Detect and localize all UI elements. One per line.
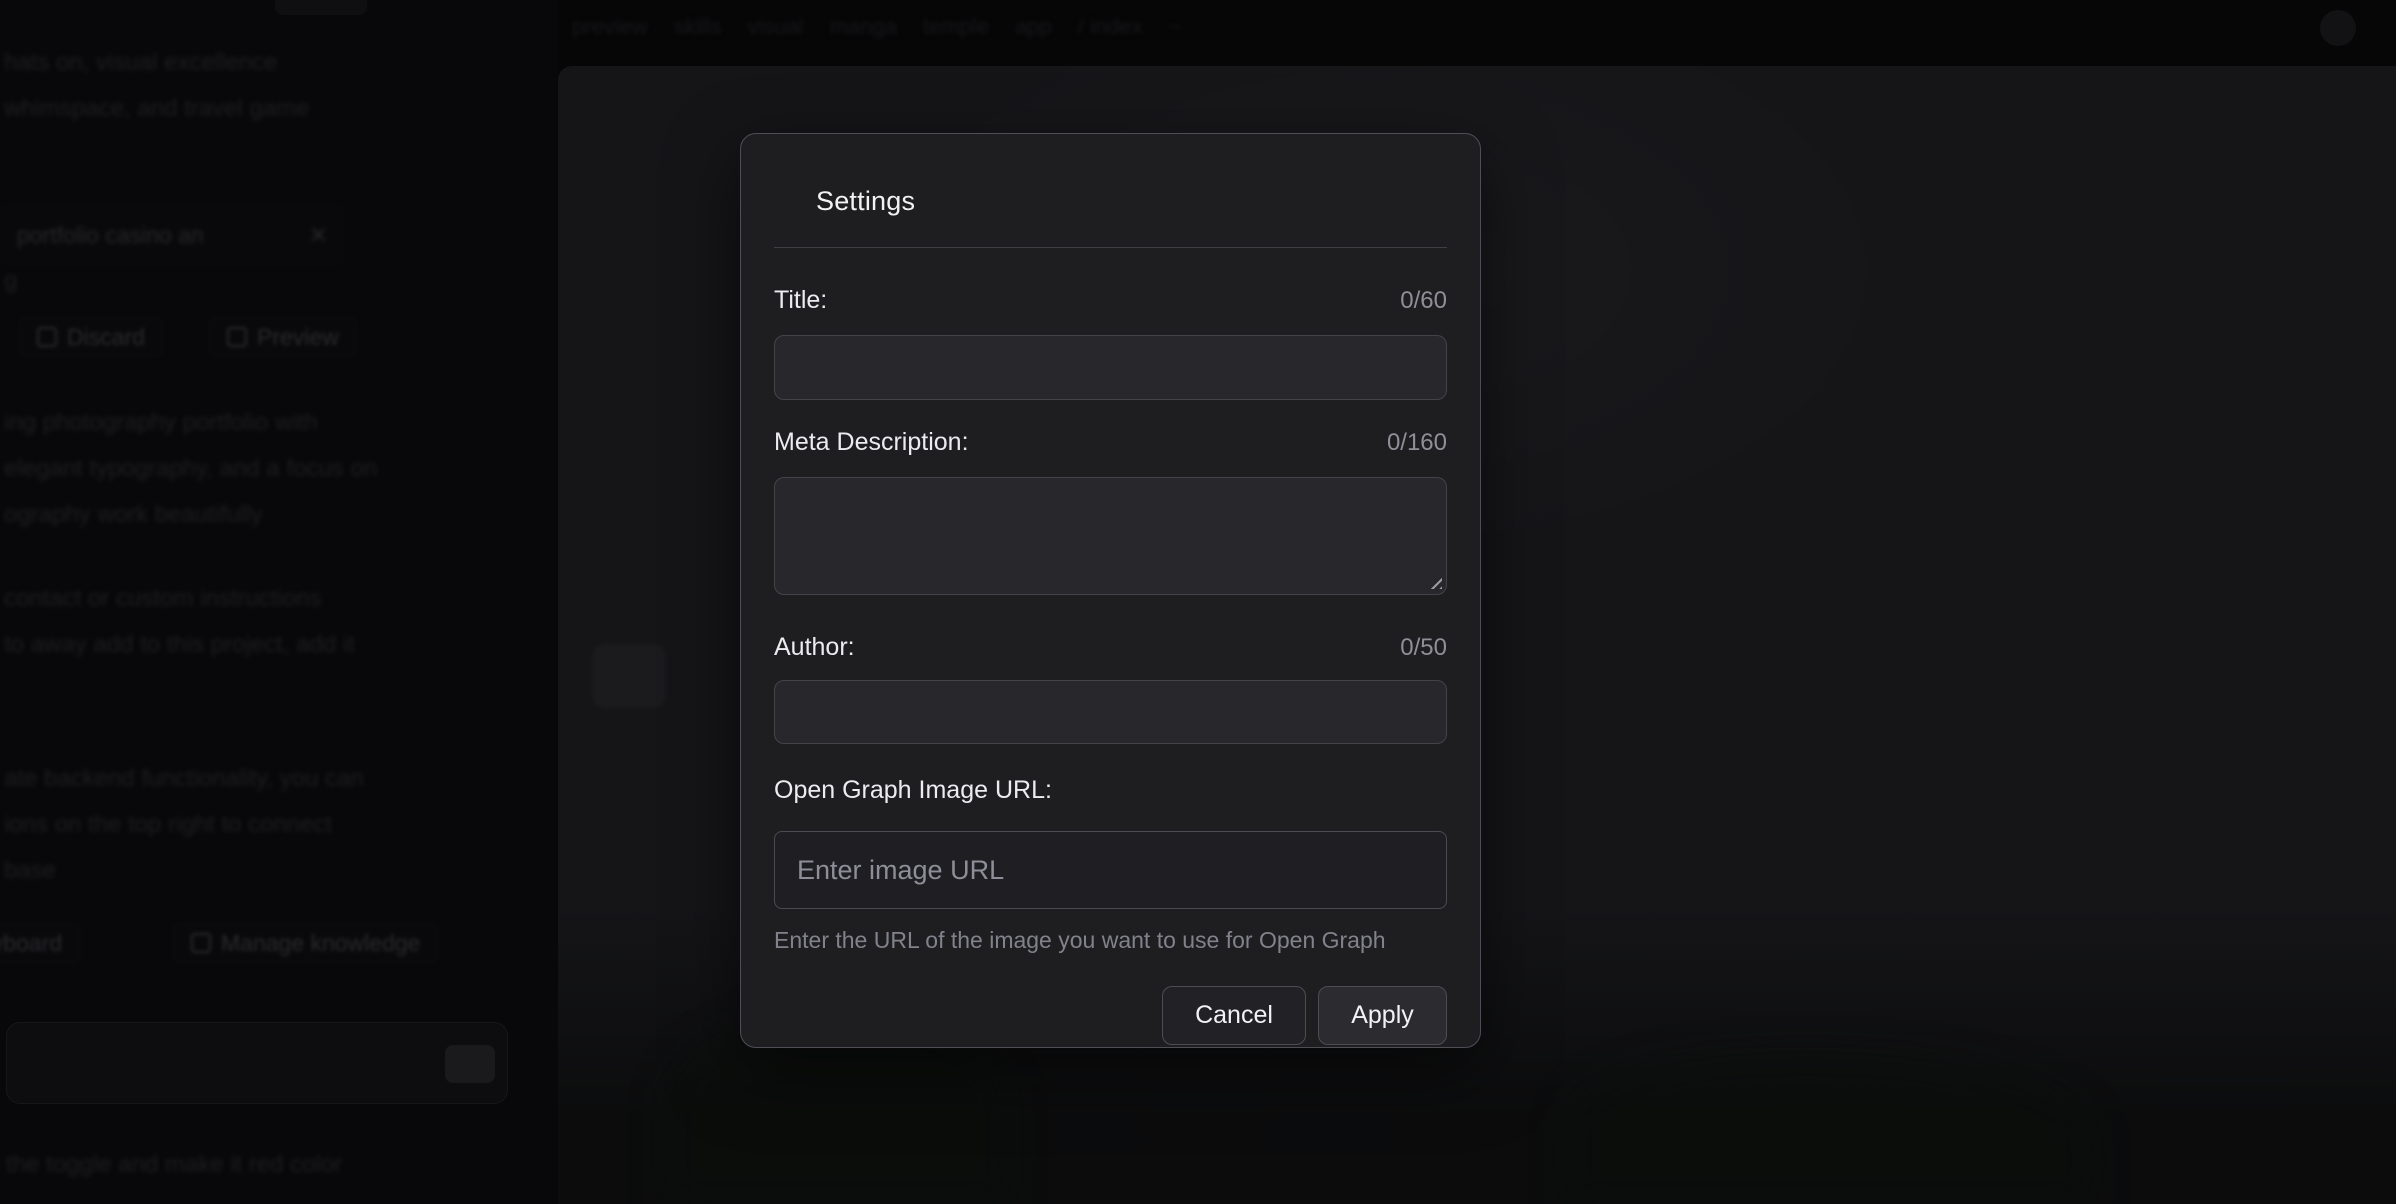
apply-button[interactable]: Apply <box>1318 986 1447 1045</box>
breadcrumb-item: manga <box>830 14 897 40</box>
draft-title-value: portfolio casino an <box>17 222 204 249</box>
assistant-message-text: ate backend functionality, you can ions … <box>4 756 534 894</box>
assistant-message-text: hats on, visual excellence whimspace, an… <box>4 40 534 132</box>
assistant-message-text: ing photography portfolio with elegant t… <box>4 400 534 538</box>
meta-description-counter: 0/160 <box>1387 429 1447 457</box>
preview-button: Preview <box>208 316 358 358</box>
breadcrumb-item: skills <box>674 14 722 40</box>
avatar <box>2320 10 2356 46</box>
title-counter: 0/60 <box>1400 287 1447 315</box>
author-input[interactable] <box>774 680 1447 744</box>
modal-title: Settings <box>816 186 1447 217</box>
close-icon: ✕ <box>309 222 328 249</box>
og-image-url-input[interactable] <box>774 831 1447 909</box>
breadcrumb-item: app <box>1015 14 1052 40</box>
cancel-button[interactable]: Cancel <box>1162 986 1306 1045</box>
breadcrumb-item: visual <box>747 14 803 40</box>
title-input[interactable] <box>774 335 1447 400</box>
feedback-button: eyboard <box>0 922 81 964</box>
breadcrumb: preview skills visual manga temple app /… <box>572 14 1181 40</box>
preview-faint-button <box>592 644 666 708</box>
breadcrumb-item: preview <box>572 14 648 40</box>
knowledge-icon <box>191 933 211 953</box>
title-label: Title: <box>774 286 827 315</box>
meta-description-textarea[interactable] <box>774 477 1447 595</box>
user-message-text: the toggle and make it red color <box>6 1142 526 1188</box>
discard-button: Discard <box>18 316 164 358</box>
sidebar: hats on, visual excellence whimspace, an… <box>0 0 558 1204</box>
draft-title-input: portfolio casino an ✕ <box>0 204 345 266</box>
breadcrumb-item: temple <box>923 14 989 40</box>
sidebar-fragment-text: g <box>4 258 534 304</box>
author-counter: 0/50 <box>1400 634 1447 662</box>
meta-description-label: Meta Description: <box>774 428 969 457</box>
breadcrumb-item: / index <box>1078 14 1143 40</box>
og-image-url-label: Open Graph Image URL: <box>774 776 1052 805</box>
assistant-message-text: contact or custom instructions to away a… <box>4 576 534 668</box>
manage-knowledge-button: Manage knowledge <box>172 922 439 964</box>
og-image-url-helper-text: Enter the URL of the image you want to u… <box>774 927 1447 954</box>
sidebar-tab-handle <box>275 0 367 15</box>
eye-icon <box>227 327 247 347</box>
breadcrumb-item: ~ <box>1169 14 1182 40</box>
settings-modal: Settings Title: 0/60 Meta Description: 0… <box>740 133 1481 1048</box>
send-icon <box>445 1045 495 1083</box>
modal-divider <box>774 247 1447 248</box>
discard-icon <box>37 327 57 347</box>
chat-input <box>6 1022 508 1104</box>
author-label: Author: <box>774 633 855 662</box>
